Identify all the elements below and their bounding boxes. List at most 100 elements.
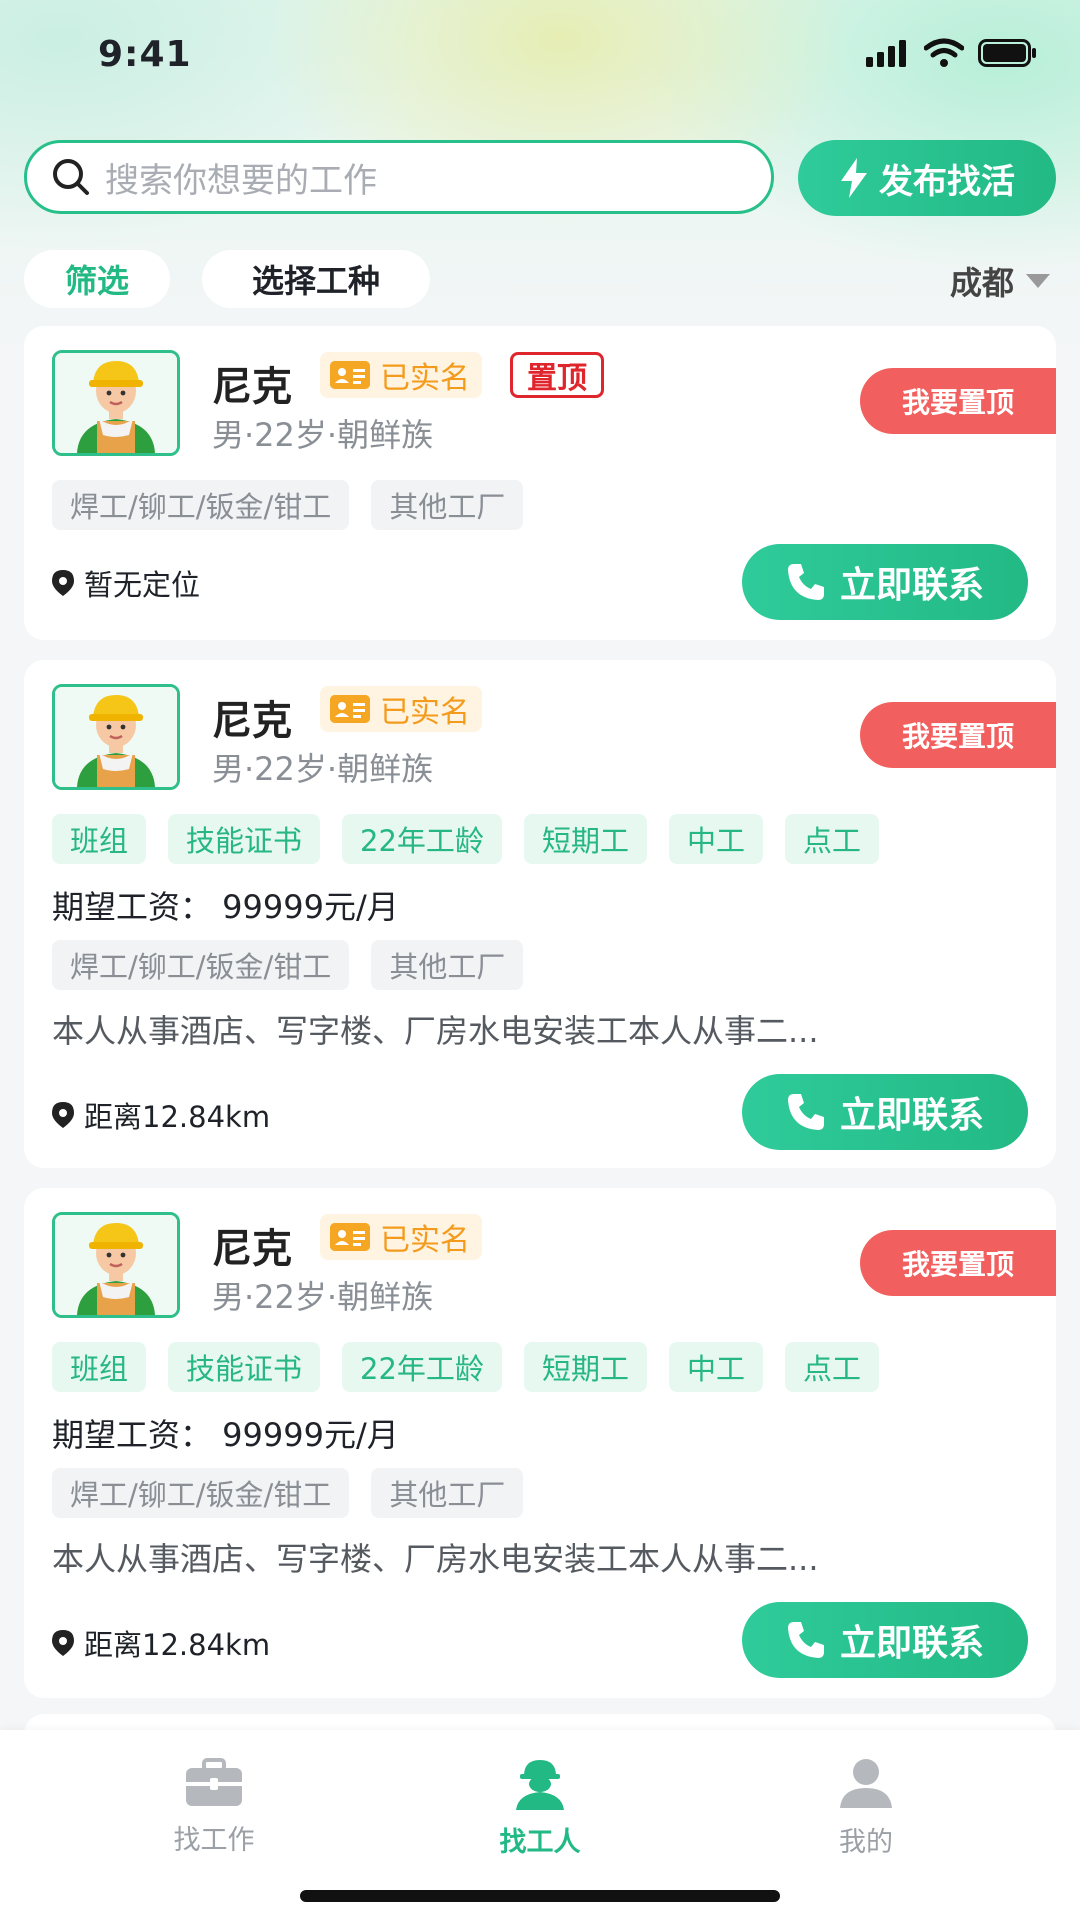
search-input[interactable]: 搜索你想要的工作 xyxy=(24,140,774,214)
skill-tag: 中工 xyxy=(668,814,763,864)
search-placeholder: 搜索你想要的工作 xyxy=(105,160,377,201)
person-icon xyxy=(840,1759,892,1808)
city-selector[interactable]: 成都 xyxy=(950,258,1050,304)
skill-tag: 班组 xyxy=(52,814,147,864)
location-pin-icon xyxy=(52,570,74,596)
contact-now-button[interactable]: 立即联系 xyxy=(742,544,1028,620)
city-label: 成都 xyxy=(949,264,1014,302)
publish-job-button[interactable]: 发布找活 xyxy=(798,140,1056,216)
home-indicator xyxy=(300,1890,780,1902)
filter-button[interactable]: 筛选 xyxy=(24,250,170,308)
worker-icon xyxy=(516,1760,564,1810)
skill-tag: 班组 xyxy=(52,1342,147,1392)
tab-mine-label: 我的 xyxy=(839,1827,893,1858)
skill-tags: 班组 技能证书 22年工龄 短期工 中工 点工 xyxy=(52,814,879,864)
status-time: 9:41 xyxy=(98,34,192,75)
verified-badge: 已实名 xyxy=(320,686,482,732)
trade-tags: 焊工/铆工/钣金/钳工 其他工厂 xyxy=(52,480,524,530)
skill-tag: 技能证书 xyxy=(168,1342,321,1392)
worker-meta: 男·22岁·朝鲜族 xyxy=(212,416,434,454)
worker-avatar xyxy=(52,1212,180,1318)
worker-description: 本人从事酒店、写字楼、厂房水电安装工本人从事二... xyxy=(52,1540,819,1578)
verified-badge: 已实名 xyxy=(320,1214,482,1260)
worker-card[interactable]: 尼克 已实名 男·22岁·朝鲜族 我要置顶 班组 技能证书 22年工龄 短期工 … xyxy=(24,660,1056,1168)
worker-meta: 男·22岁·朝鲜族 xyxy=(212,1278,434,1316)
tab-find-worker-label: 找工人 xyxy=(499,1827,581,1858)
pinned-badge: 置顶 xyxy=(510,352,604,398)
id-card-icon xyxy=(330,1223,370,1251)
worker-description: 本人从事酒店、写字楼、厂房水电安装工本人从事二... xyxy=(52,1012,819,1050)
lightning-icon xyxy=(841,158,867,198)
trade-tag: 焊工/铆工/钣金/钳工 xyxy=(52,1468,350,1518)
select-trade-button[interactable]: 选择工种 xyxy=(202,250,430,308)
id-card-icon xyxy=(330,361,370,389)
tab-mine[interactable]: 我的 xyxy=(766,1758,966,1859)
verified-badge: 已实名 xyxy=(320,352,482,398)
tab-find-worker[interactable]: 找工人 xyxy=(440,1758,640,1859)
phone-icon xyxy=(787,1094,824,1130)
skill-tags: 班组 技能证书 22年工龄 短期工 中工 点工 xyxy=(52,1342,879,1392)
battery-icon xyxy=(978,39,1036,67)
skill-tag: 22年工龄 xyxy=(342,1342,502,1392)
contact-now-label: 立即联系 xyxy=(839,565,984,606)
trade-tags: 焊工/铆工/钣金/钳工 其他工厂 xyxy=(52,1468,524,1518)
skill-tag: 点工 xyxy=(784,1342,879,1392)
publish-job-label: 发布找活 xyxy=(879,161,1015,202)
worker-meta: 男·22岁·朝鲜族 xyxy=(212,750,434,788)
verified-label: 已实名 xyxy=(380,361,470,396)
verified-label: 已实名 xyxy=(380,1223,470,1258)
contact-now-label: 立即联系 xyxy=(839,1095,984,1136)
skill-tag: 技能证书 xyxy=(168,814,321,864)
phone-icon xyxy=(787,1622,824,1658)
worker-avatar xyxy=(52,684,180,790)
location-info: 距离12.84km xyxy=(52,1094,270,1136)
worker-name: 尼克 xyxy=(212,364,292,410)
verified-label: 已实名 xyxy=(380,695,470,730)
pin-top-button[interactable]: 我要置顶 xyxy=(860,702,1056,768)
location-pin-icon xyxy=(52,1630,74,1656)
skill-tag: 中工 xyxy=(668,1342,763,1392)
worker-card[interactable]: 尼克 已实名 男·22岁·朝鲜族 我要置顶 班组 技能证书 22年工龄 短期工 … xyxy=(24,1188,1056,1698)
pin-top-label: 我要置顶 xyxy=(901,720,1014,753)
select-trade-label: 选择工种 xyxy=(251,262,380,300)
pin-top-label: 我要置顶 xyxy=(901,1248,1014,1281)
search-icon xyxy=(53,159,89,195)
caret-down-icon xyxy=(1026,274,1050,288)
expected-salary: 期望工资： 99999元/月 xyxy=(52,888,399,926)
worker-name: 尼克 xyxy=(212,1226,292,1272)
id-card-icon xyxy=(330,695,370,723)
status-bar: 9:41 xyxy=(0,0,1080,110)
briefcase-icon xyxy=(186,1758,242,1806)
location-info: 距离12.84km xyxy=(52,1622,270,1664)
pinned-label: 置顶 xyxy=(527,361,587,396)
skill-tag: 22年工龄 xyxy=(342,814,502,864)
trade-tag: 其他工厂 xyxy=(371,1468,524,1518)
worker-name: 尼克 xyxy=(212,698,292,744)
phone-icon xyxy=(787,564,824,600)
contact-now-button[interactable]: 立即联系 xyxy=(742,1074,1028,1150)
pin-top-label: 我要置顶 xyxy=(901,386,1014,419)
trade-tag: 焊工/铆工/钣金/钳工 xyxy=(52,480,350,530)
location-label: 距离12.84km xyxy=(84,1628,271,1662)
tab-find-job-label: 找工作 xyxy=(173,1825,255,1856)
location-pin-icon xyxy=(52,1102,74,1128)
pin-top-button[interactable]: 我要置顶 xyxy=(860,368,1056,434)
cellular-signal-icon xyxy=(866,40,906,67)
location-label: 距离12.84km xyxy=(84,1100,271,1134)
trade-tag: 其他工厂 xyxy=(371,940,524,990)
filter-label: 筛选 xyxy=(64,262,129,300)
pin-top-button[interactable]: 我要置顶 xyxy=(860,1230,1056,1296)
trade-tags: 焊工/铆工/钣金/钳工 其他工厂 xyxy=(52,940,524,990)
skill-tag: 短期工 xyxy=(523,814,647,864)
tab-find-job[interactable]: 找工作 xyxy=(114,1758,314,1857)
location-info: 暂无定位 xyxy=(52,562,200,604)
worker-avatar xyxy=(52,350,180,456)
trade-tag: 其他工厂 xyxy=(371,480,524,530)
wifi-icon xyxy=(924,38,964,67)
trade-tag: 焊工/铆工/钣金/钳工 xyxy=(52,940,350,990)
skill-tag: 点工 xyxy=(784,814,879,864)
worker-card[interactable]: 尼克 已实名 置顶 男·22岁·朝鲜族 我要置顶 焊工/铆工/钣金/钳工 其他工… xyxy=(24,326,1056,640)
expected-salary: 期望工资： 99999元/月 xyxy=(52,1416,399,1454)
contact-now-button[interactable]: 立即联系 xyxy=(742,1602,1028,1678)
contact-now-label: 立即联系 xyxy=(839,1623,984,1664)
